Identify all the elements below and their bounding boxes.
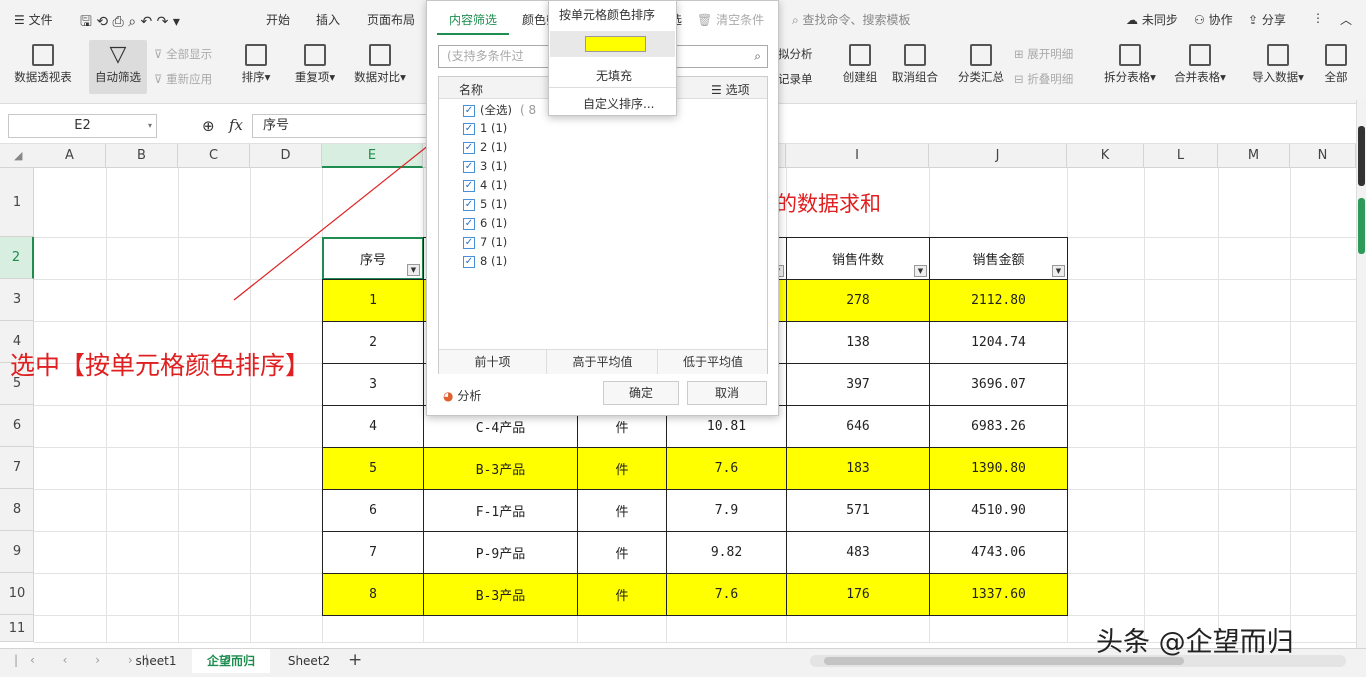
checkbox-checked-icon[interactable]: ✓: [463, 104, 475, 117]
vertical-scrollbar[interactable]: [1356, 100, 1366, 648]
filter-item-label: 2 (1): [480, 140, 508, 154]
filter-item[interactable]: ✓ 2 (1): [463, 140, 507, 154]
sheet-tab-2[interactable]: Sheet2: [274, 649, 344, 673]
tab-content-filter[interactable]: 内容筛选: [437, 11, 510, 35]
pie-chart-icon: ◕: [443, 389, 454, 403]
checkbox-checked-icon[interactable]: ✓: [463, 122, 475, 135]
analyze-label: 分析: [457, 389, 482, 403]
checkbox-checked-icon[interactable]: ✓: [463, 160, 475, 173]
add-sheet-icon[interactable]: +: [348, 650, 362, 670]
column-name-label: 名称: [459, 83, 484, 97]
search-icon: ⌕: [754, 49, 761, 63]
filter-item-label: 4 (1): [480, 178, 508, 192]
custom-sort-item[interactable]: 自定义排序...: [583, 95, 654, 112]
filter-item-label: 8 (1): [480, 254, 508, 268]
sheet-tab-0[interactable]: sheet1: [122, 649, 190, 673]
annotation-text: 选中【按单元格颜色排序】: [10, 351, 311, 380]
filter-item[interactable]: ✓ 3 (1): [463, 159, 507, 173]
scroll-thumb-top[interactable]: [1358, 126, 1365, 186]
above-average-button[interactable]: 高于平均值: [548, 350, 658, 374]
below-average-button[interactable]: 低于平均值: [659, 350, 767, 374]
filter-item[interactable]: ✓ 5 (1): [463, 197, 507, 211]
filter-search-placeholder: (支持多条件过: [447, 49, 524, 63]
checkbox-checked-icon[interactable]: ✓: [463, 198, 475, 211]
filter-item-label: 6 (1): [480, 216, 508, 230]
filter-item-label: 1 (1): [480, 121, 508, 135]
filter-item[interactable]: ✓ 6 (1): [463, 216, 507, 230]
filter-item[interactable]: ✓ 8 (1): [463, 254, 507, 268]
checkbox-checked-icon[interactable]: ✓: [463, 255, 475, 268]
filter-item[interactable]: ✓ 4 (1): [463, 178, 507, 192]
filter-item-label: 7 (1): [480, 235, 508, 249]
sort-by-color-title: 按单元格颜色排序: [559, 8, 656, 22]
options-label: 选项: [725, 83, 750, 97]
scroll-thumb[interactable]: [1358, 198, 1365, 254]
clear-condition-label: 清空条件: [716, 13, 765, 27]
filter-item[interactable]: ✓ 1 (1): [463, 121, 507, 135]
sort-context-menu: 按单元格颜色排序 无填充 自定义排序...: [548, 0, 677, 116]
filter-item-label: (全选): [480, 103, 512, 117]
watermark: 头条 @企望而归: [1096, 627, 1294, 658]
filter-list-box: 名称 ☰ 选项 ✓ (全选) ( 8 ✓ 1 (1) ✓ 2 (1) ✓ 3 (1) ✓ 4 (1)…: [438, 76, 768, 374]
checkbox-checked-icon[interactable]: ✓: [463, 141, 475, 154]
filter-item[interactable]: ✓ (全选) ( 8: [463, 102, 536, 118]
yellow-swatch: [585, 36, 646, 52]
quick-filter-bar: 前十项 高于平均值 低于平均值: [439, 349, 767, 374]
options-button[interactable]: ☰ 选项: [711, 81, 750, 98]
checkbox-checked-icon[interactable]: ✓: [463, 217, 475, 230]
color-swatch-item[interactable]: [550, 31, 675, 57]
analyze-button[interactable]: ◕ 分析: [443, 387, 481, 404]
menu-divider: [549, 87, 676, 88]
cancel-button[interactable]: 取消: [687, 381, 767, 405]
filter-item-label: 5 (1): [480, 197, 508, 211]
no-fill-item[interactable]: 无填充: [596, 67, 632, 84]
ok-button[interactable]: 确定: [603, 381, 679, 405]
sheet-tab-1[interactable]: 企望而归: [192, 649, 270, 673]
checkbox-checked-icon[interactable]: ✓: [463, 179, 475, 192]
select-all-count: ( 8: [519, 103, 537, 117]
filter-item[interactable]: ✓ 7 (1): [463, 235, 507, 249]
checkbox-checked-icon[interactable]: ✓: [463, 236, 475, 249]
clear-condition-button[interactable]: 🗑 清空条件: [697, 11, 764, 28]
top10-button[interactable]: 前十项: [439, 350, 547, 374]
filter-item-label: 3 (1): [480, 159, 508, 173]
